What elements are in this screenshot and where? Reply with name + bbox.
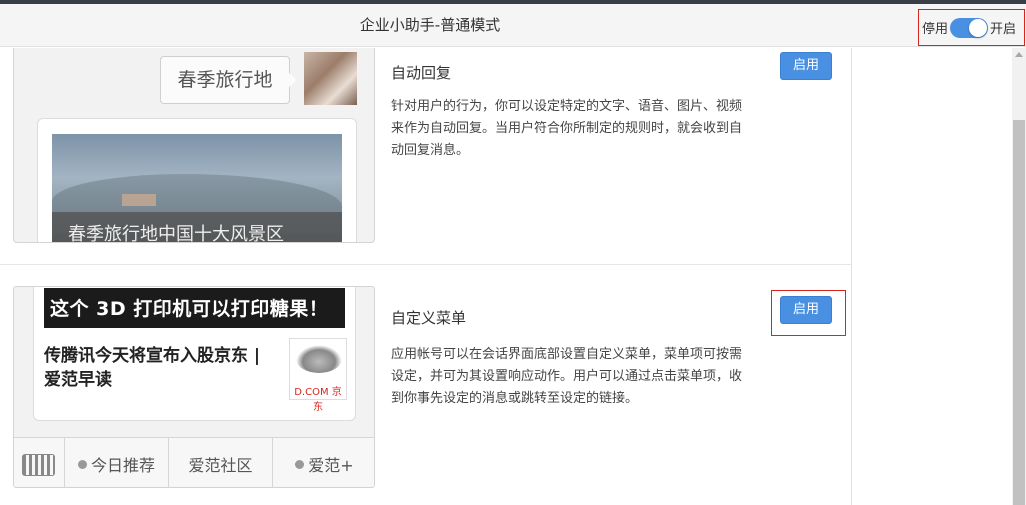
feature-desc-auto-reply: 针对用户的行为，你可以设定特定的文字、语音、图片、视频来作为自动回复。当用户符合… (391, 99, 743, 158)
right-pane (853, 48, 1026, 505)
menu-item-label: 今日推荐 (90, 456, 155, 475)
banner-text: 这个 3D 打印机可以打印糖果！ (50, 298, 329, 320)
thumbnail-logo: D.COM 京东 (294, 387, 342, 413)
enable-auto-reply-button[interactable]: 启用 (780, 52, 832, 80)
bullet-icon (295, 459, 305, 469)
menu-item-community[interactable]: 爱范社区 (169, 438, 273, 487)
scrollbar[interactable] (1012, 48, 1026, 505)
toggle-on-label: 开启 (990, 22, 1017, 37)
bullet-icon (77, 459, 87, 469)
menu-item-label: 爱范+ (308, 456, 354, 475)
image-caption: 春季旅行地中国十大风景区 (68, 224, 284, 243)
scroll-up-icon[interactable] (1015, 52, 1023, 57)
menu-item-label: 爱范社区 (188, 456, 253, 475)
avatar (304, 52, 357, 105)
custom-menu-preview: 这个 3D 打印机可以打印糖果！ 传腾讯今天将宣布入股京东 | 爱范早读 D.C… (13, 286, 375, 488)
keyboard-toggle[interactable] (14, 438, 65, 487)
news-card: 春季旅行地中国十大风景区 (37, 118, 357, 243)
news-thumbnail: D.COM 京东 (289, 338, 347, 413)
toggle-switch[interactable] (950, 17, 989, 38)
chat-bubble: 春季旅行地 (160, 56, 297, 104)
news-title: 传腾讯今天将宣布入股京东 | 爱范早读 (44, 346, 261, 390)
landscape-image: 春季旅行地中国十大风景区 (52, 134, 342, 243)
dish-image (296, 345, 342, 373)
keyboard-icon (22, 454, 55, 476)
toggle-knob (969, 18, 988, 37)
feature-list: 春季旅行地 春季旅行地中国十大风景区 自动回复 针对用户的行为，你可以设定特定的… (0, 48, 852, 505)
feature-title-custom-menu: 自定义菜单 (391, 309, 467, 327)
header-bar: 企业小助手-普通模式 停用 开启 (0, 4, 1026, 47)
banner-image: 这个 3D 打印机可以打印糖果！ (44, 288, 345, 328)
auto-reply-preview: 春季旅行地 春季旅行地中国十大风景区 (13, 48, 375, 243)
section-divider (0, 264, 851, 265)
feature-title-auto-reply: 自动回复 (391, 64, 452, 82)
news-card: 这个 3D 打印机可以打印糖果！ 传腾讯今天将宣布入股京东 | 爱范早读 D.C… (33, 287, 356, 421)
toggle-off-label: 停用 (922, 22, 949, 37)
scroll-thumb[interactable] (1013, 120, 1025, 505)
menu-item-today[interactable]: 今日推荐 (65, 438, 169, 487)
feature-desc-custom-menu: 应用帐号可以在会话界面底部设置自定义菜单，菜单项可按需设定，并可为其设置响应动作… (391, 347, 743, 406)
mode-toggle[interactable]: 停用 开启 (918, 9, 1025, 46)
page-title: 企业小助手-普通模式 (359, 16, 501, 34)
custom-menu-bar: 今日推荐 爱范社区 爱范+ (14, 437, 374, 487)
highlight-box (771, 290, 846, 336)
menu-item-plus[interactable]: 爱范+ (273, 438, 374, 487)
house-shape (122, 194, 156, 206)
